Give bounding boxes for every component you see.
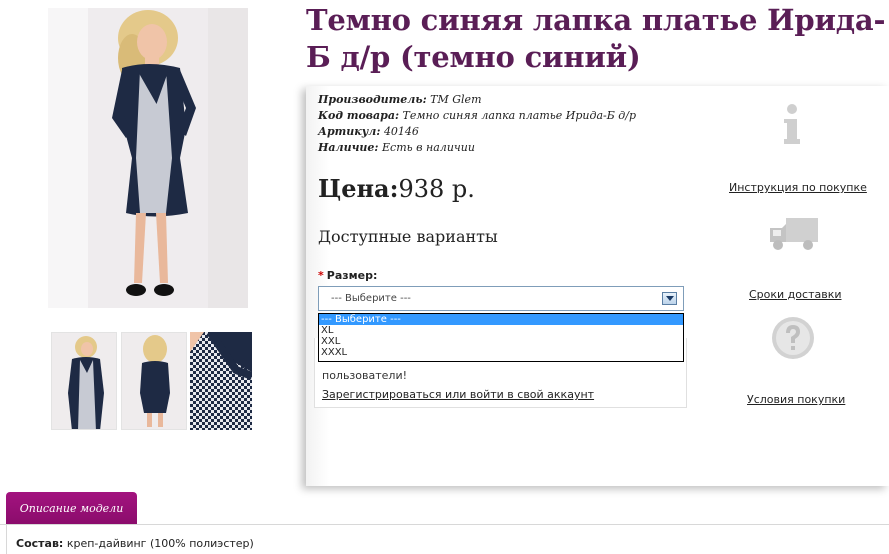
meta-article: Артикул: 40146: [318, 125, 419, 138]
main-product-photo[interactable]: [48, 8, 248, 308]
thumbnail-front-image: [52, 333, 116, 429]
size-option-xxl[interactable]: XXL: [319, 336, 683, 347]
delivery-terms-link[interactable]: Сроки доставки: [749, 283, 842, 302]
question-icon: [772, 317, 814, 359]
size-option-placeholder[interactable]: --- Выберите ---: [319, 314, 683, 325]
register-login-link[interactable]: Зарегистрироваться или войти в свой акка…: [322, 388, 594, 401]
product-composition: Состав: креп-дайвинг (100% полиэстер): [16, 537, 254, 550]
tab-divider: [0, 524, 889, 525]
product-price: Цена:938 р.: [318, 174, 475, 203]
product-title: Темно синяя лапка платье Ирида-Б д/р (те…: [306, 3, 886, 74]
meta-product-code: Код товара: Темно синяя лапка платье Ири…: [318, 109, 637, 122]
thumbnail-detail-image: [190, 332, 252, 430]
tab-description[interactable]: Описание модели: [6, 492, 137, 524]
chevron-down-icon[interactable]: [662, 292, 677, 305]
truck-icon: [770, 218, 818, 250]
thumbnail-detail[interactable]: [190, 332, 252, 430]
thumbnail-back[interactable]: [121, 332, 187, 430]
thumbnail-back-image: [122, 333, 186, 429]
purchase-conditions-link[interactable]: Условия покупки: [747, 388, 845, 407]
size-select-value: --- Выберите ---: [331, 293, 411, 304]
meta-manufacturer: Производитель: TM Glem: [318, 93, 482, 106]
size-dropdown-list[interactable]: --- Выберите --- XL XXL XXXL: [318, 313, 684, 362]
dress-model-image: [48, 8, 248, 308]
product-info-panel: Производитель: TM Glem Код товара: Темно…: [306, 86, 889, 486]
info-icon: [784, 104, 800, 144]
thumbnail-front[interactable]: [51, 332, 117, 430]
instructions-link[interactable]: Инструкция по покупке: [729, 176, 867, 195]
size-option-xxxl[interactable]: XXXL: [319, 347, 683, 358]
meta-availability: Наличие: Есть в наличии: [318, 141, 475, 154]
size-option-xl[interactable]: XL: [319, 325, 683, 336]
login-notice-text: пользователи!: [322, 369, 408, 382]
variants-heading: Доступные варианты: [318, 227, 498, 246]
size-select[interactable]: --- Выберите ---: [318, 286, 684, 311]
size-label: * Размер:: [318, 269, 378, 282]
product-meta: Производитель: TM Glem Код товара: Темно…: [318, 92, 636, 156]
tab-content-border: [6, 524, 7, 554]
